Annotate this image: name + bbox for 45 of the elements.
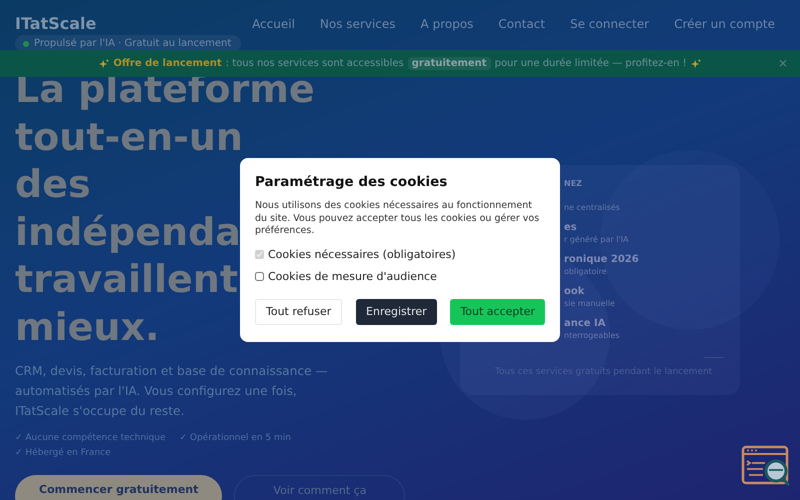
sparkle-icon xyxy=(99,58,110,68)
service-title: ook xyxy=(564,285,586,298)
headline-line: des xyxy=(15,161,91,208)
service-description: sie manuelle xyxy=(564,298,616,309)
close-button[interactable]: × xyxy=(776,56,790,70)
refuse-button[interactable]: Tout refuser xyxy=(255,298,342,324)
feature-check: ✓ Aucune compétence technique xyxy=(15,432,166,444)
nav-link[interactable]: Se connecter xyxy=(570,17,650,50)
service-description: r généré par l'IA xyxy=(564,234,630,245)
nav-link[interactable]: Contact xyxy=(498,17,546,50)
option-label: Cookies de mesure d'audience xyxy=(268,270,437,284)
hero-subtitle: CRM, devis, facturation et base de connaissance — automatisés par l'IA. Vous configurez une fois, ITatScale s'occupe du reste. xyxy=(15,363,329,420)
service-title: ance IA xyxy=(564,317,607,330)
checkbox[interactable] xyxy=(255,272,264,281)
service-title: ronique 2026 xyxy=(564,253,640,266)
dialog-title: Paramétrage des cookies xyxy=(255,174,448,191)
option-label: Cookies nécessaires (obligatoires) xyxy=(268,248,456,262)
offer-label: Offre de lancement xyxy=(113,58,222,69)
feature-check: ✓ Opérationnel en 5 min xyxy=(179,432,291,444)
nav-link[interactable]: Accueil xyxy=(252,17,295,50)
feature-check: ✓ Hébergé en France xyxy=(15,447,111,459)
nav-link[interactable]: A propos xyxy=(420,17,474,50)
service-title: es xyxy=(564,221,578,234)
headline-line: travaillent xyxy=(15,256,238,303)
sparkle-icon xyxy=(690,58,701,68)
headline-line: mieux. xyxy=(15,304,160,350)
demo-button[interactable]: Voir comment ça xyxy=(234,475,406,500)
logo[interactable]: ITatScale xyxy=(15,14,96,34)
service-description: obligatoire xyxy=(564,266,608,277)
free-tag: gratuitement xyxy=(408,57,491,70)
accept-button[interactable]: Tout accepter xyxy=(450,298,545,324)
nav-link[interactable]: Créer un compte xyxy=(674,17,775,50)
headline-line: indépenda xyxy=(15,208,241,256)
save-button[interactable]: Enregistrer xyxy=(356,298,437,324)
headline-line: tout-en-un xyxy=(15,114,243,160)
browser-magnifier-icon[interactable] xyxy=(741,445,791,487)
offer-text: pour une durée limitée — profitez-en ! xyxy=(494,58,687,69)
dialog-text: Nous utilisons des cookies nécessaires au fonctionnement du site. Vous pouvez accepter tous les cookies ou gérer vos préférences. xyxy=(255,200,540,238)
card-heading: NEZ xyxy=(564,179,583,189)
nav-link[interactable]: Nos services xyxy=(320,17,396,50)
service-description: ne centralisés xyxy=(564,202,621,213)
start-button[interactable]: Commencer gratuitement xyxy=(15,475,222,500)
headline-line: La plateforme xyxy=(15,66,315,113)
offer-text: : tous nos services sont accessibles xyxy=(226,58,404,69)
service-description: nterrogeables xyxy=(564,330,621,341)
